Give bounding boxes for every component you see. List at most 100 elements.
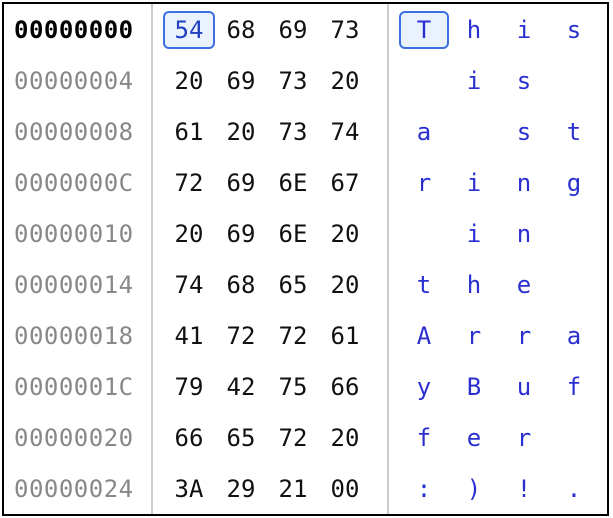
byte-cell[interactable]: 20 (163, 215, 215, 253)
byte-cell[interactable]: 21 (267, 470, 319, 508)
byte-cell[interactable]: 74 (163, 266, 215, 304)
byte-cell[interactable]: 72 (267, 419, 319, 457)
hex-row: 00000024 3A292100:)!. (4, 463, 607, 514)
byte-cell[interactable]: 66 (319, 368, 371, 406)
ascii-cell[interactable]: a (399, 113, 449, 151)
ascii-cell[interactable] (399, 62, 449, 100)
ascii-cell[interactable]: e (499, 266, 549, 304)
ascii-cell[interactable]: s (549, 11, 599, 49)
byte-cell[interactable]: 69 (215, 215, 267, 253)
bytes-column: 79427566 (153, 361, 389, 412)
hex-viewer: 0000000054686973This0000000420697320 is … (2, 2, 609, 516)
byte-cell[interactable]: 00 (319, 470, 371, 508)
offset-cell[interactable]: 00000014 (4, 259, 153, 310)
ascii-column: ring (389, 157, 599, 208)
ascii-cell[interactable]: ) (449, 470, 499, 508)
ascii-cell[interactable]: s (499, 113, 549, 151)
byte-cell[interactable]: 67 (319, 164, 371, 202)
offset-cell[interactable]: 00000018 (4, 310, 153, 361)
byte-cell[interactable]: 20 (163, 62, 215, 100)
byte-cell[interactable]: 66 (163, 419, 215, 457)
byte-cell[interactable]: 69 (215, 164, 267, 202)
offset-cell[interactable]: 00000008 (4, 106, 153, 157)
byte-cell[interactable]: 75 (267, 368, 319, 406)
ascii-cell[interactable]: t (399, 266, 449, 304)
byte-cell[interactable]: 68 (215, 266, 267, 304)
ascii-cell[interactable]: f (399, 419, 449, 457)
ascii-cell[interactable]: r (499, 419, 549, 457)
ascii-cell[interactable]: t (549, 113, 599, 151)
ascii-cell[interactable]: i (449, 215, 499, 253)
ascii-cell[interactable]: f (549, 368, 599, 406)
byte-cell[interactable]: 6E (267, 164, 319, 202)
byte-cell[interactable]: 6E (267, 215, 319, 253)
hex-row: 0000000420697320 is (4, 55, 607, 106)
byte-cell[interactable]: 79 (163, 368, 215, 406)
byte-cell[interactable]: 72 (267, 317, 319, 355)
byte-cell[interactable]: 69 (267, 11, 319, 49)
byte-cell[interactable]: 3A (163, 470, 215, 508)
offset-cell[interactable]: 00000020 (4, 412, 153, 463)
byte-cell[interactable]: 54 (163, 11, 215, 49)
byte-cell[interactable]: 20 (319, 62, 371, 100)
offset-cell[interactable]: 00000000 (4, 4, 153, 55)
byte-cell[interactable]: 72 (215, 317, 267, 355)
ascii-cell[interactable] (549, 215, 599, 253)
byte-cell[interactable]: 42 (215, 368, 267, 406)
ascii-cell[interactable]: a (549, 317, 599, 355)
ascii-cell[interactable]: y (399, 368, 449, 406)
byte-cell[interactable]: 73 (267, 113, 319, 151)
byte-cell[interactable]: 73 (319, 11, 371, 49)
hex-row: 00000008 61207374 a st (4, 106, 607, 157)
hex-row: 00000000 54686973 This (4, 4, 607, 55)
byte-cell[interactable]: 61 (163, 113, 215, 151)
byte-cell[interactable]: 69 (215, 62, 267, 100)
byte-cell[interactable]: 20 (319, 215, 371, 253)
offset-cell[interactable]: 0000001C (4, 361, 153, 412)
offset-cell[interactable]: 0000000C (4, 157, 153, 208)
byte-cell[interactable]: 29 (215, 470, 267, 508)
ascii-cell[interactable]: s (499, 62, 549, 100)
ascii-cell[interactable]: i (499, 11, 549, 49)
ascii-cell[interactable]: . (549, 470, 599, 508)
ascii-cell[interactable]: r (449, 317, 499, 355)
byte-cell[interactable]: 65 (267, 266, 319, 304)
byte-cell[interactable]: 61 (319, 317, 371, 355)
ascii-cell[interactable]: T (399, 11, 449, 49)
ascii-column: This (389, 4, 599, 55)
offset-cell[interactable]: 00000010 (4, 208, 153, 259)
ascii-cell[interactable]: A (399, 317, 449, 355)
ascii-cell[interactable] (549, 62, 599, 100)
ascii-cell[interactable]: r (499, 317, 549, 355)
ascii-cell[interactable]: h (449, 266, 499, 304)
ascii-cell[interactable] (549, 266, 599, 304)
ascii-cell[interactable]: e (449, 419, 499, 457)
ascii-cell[interactable]: i (449, 62, 499, 100)
byte-cell[interactable]: 74 (319, 113, 371, 151)
byte-cell[interactable]: 72 (163, 164, 215, 202)
byte-cell[interactable]: 20 (319, 266, 371, 304)
byte-cell[interactable]: 20 (215, 113, 267, 151)
byte-cell[interactable]: 20 (319, 419, 371, 457)
byte-cell[interactable]: 65 (215, 419, 267, 457)
ascii-cell[interactable] (549, 419, 599, 457)
ascii-column: a st (389, 106, 599, 157)
ascii-cell[interactable]: h (449, 11, 499, 49)
ascii-cell[interactable]: i (449, 164, 499, 202)
offset-cell[interactable]: 00000004 (4, 55, 153, 106)
ascii-cell[interactable] (449, 113, 499, 151)
ascii-cell[interactable]: r (399, 164, 449, 202)
ascii-cell[interactable] (399, 215, 449, 253)
ascii-cell[interactable]: B (449, 368, 499, 406)
ascii-cell[interactable]: ! (499, 470, 549, 508)
offset-cell[interactable]: 00000024 (4, 463, 153, 514)
ascii-cell[interactable]: : (399, 470, 449, 508)
ascii-cell[interactable]: u (499, 368, 549, 406)
byte-cell[interactable]: 68 (215, 11, 267, 49)
ascii-cell[interactable]: n (499, 215, 549, 253)
byte-cell[interactable]: 41 (163, 317, 215, 355)
hex-row: 0000000C 72696E67 ring (4, 157, 607, 208)
ascii-cell[interactable]: n (499, 164, 549, 202)
byte-cell[interactable]: 73 (267, 62, 319, 100)
ascii-cell[interactable]: g (549, 164, 599, 202)
